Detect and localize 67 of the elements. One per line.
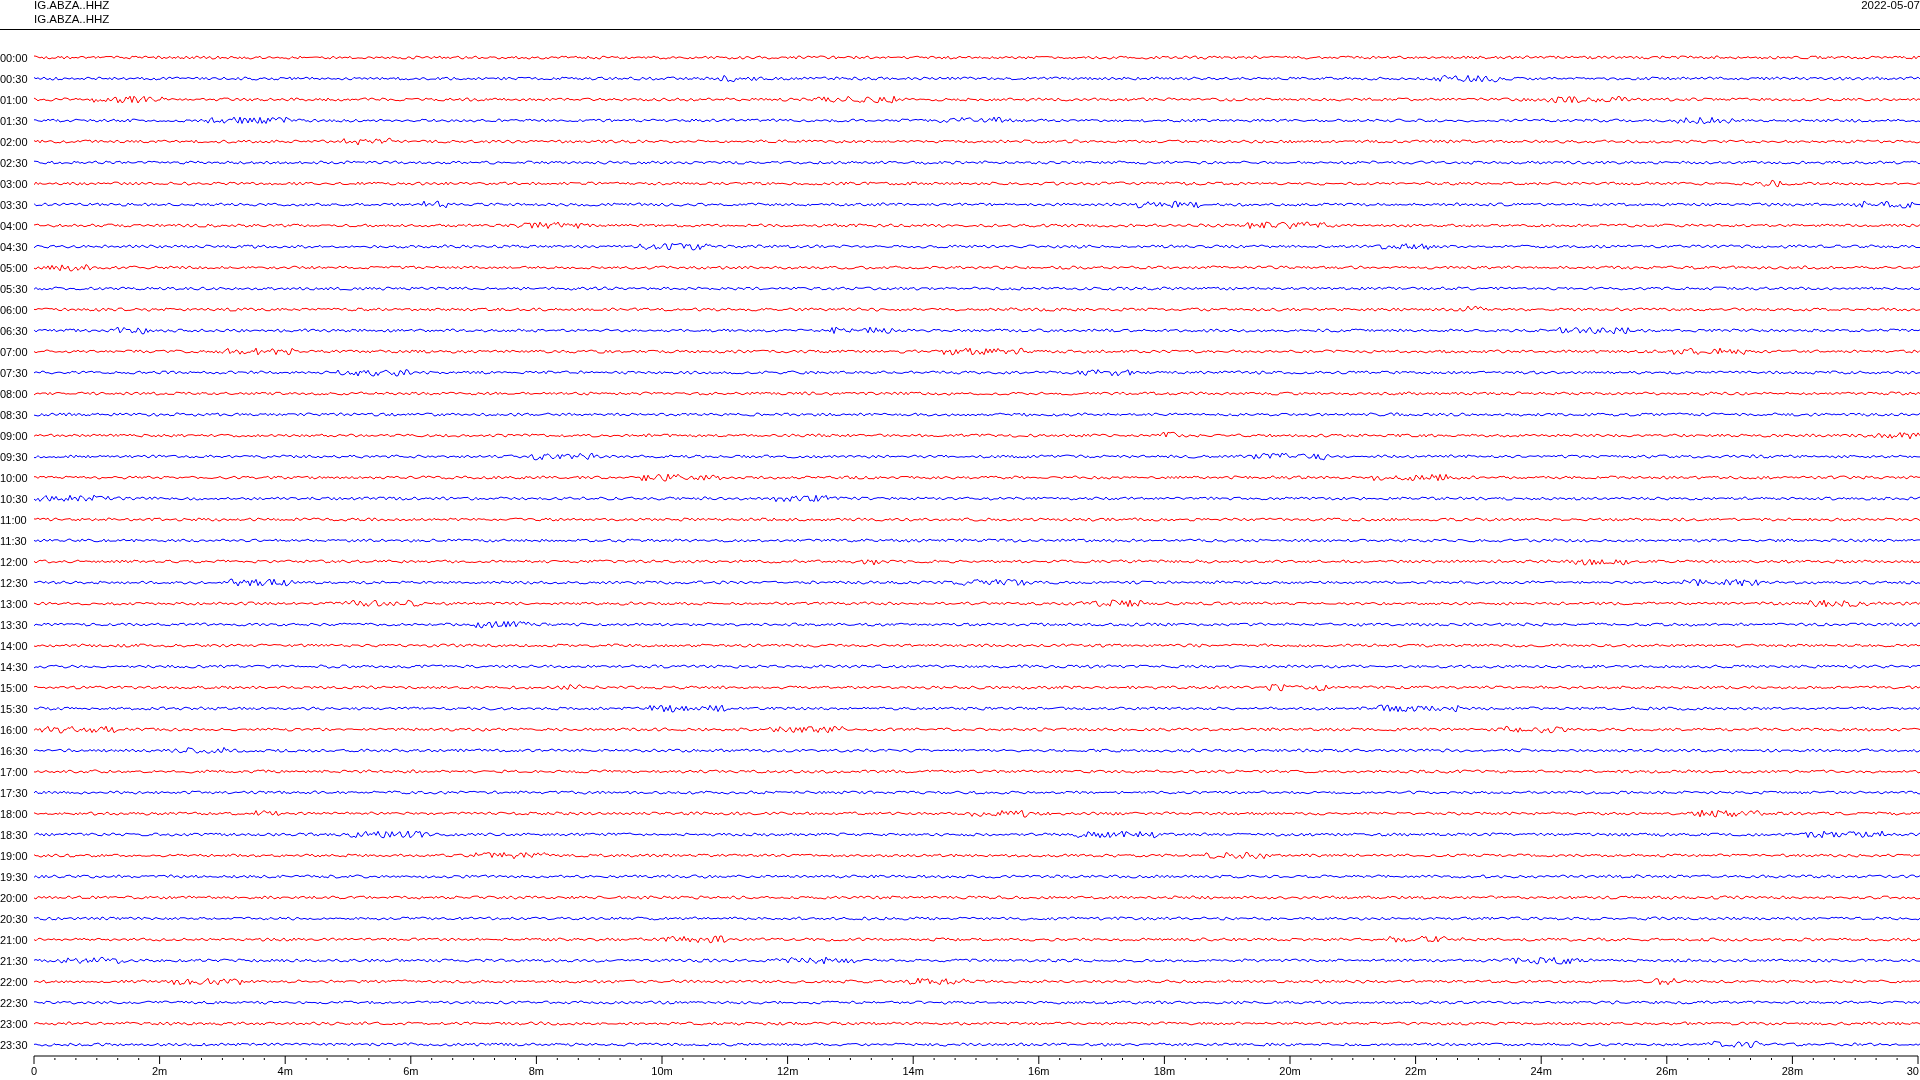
time-label: 03:30 — [0, 198, 29, 211]
time-label: 15:30 — [0, 702, 29, 715]
time-label: 08:30 — [0, 408, 29, 421]
time-label: 13:00 — [0, 597, 29, 610]
time-label: 11:30 — [0, 534, 28, 547]
time-label: 23:00 — [0, 1017, 29, 1030]
axis-label: 28m — [1781, 1065, 1804, 1077]
time-label: 18:00 — [0, 807, 29, 820]
axis-label: 14m — [902, 1065, 924, 1077]
time-label: 02:00 — [0, 135, 29, 148]
time-label: 17:00 — [0, 765, 29, 778]
time-label: 17:30 — [0, 786, 29, 799]
axis-label: 10m — [651, 1065, 673, 1077]
time-label: 22:30 — [0, 996, 29, 1009]
time-label: 01:00 — [0, 93, 29, 106]
time-label: 13:30 — [0, 618, 29, 631]
time-label: 00:30 — [0, 72, 29, 85]
axis-label: 26m — [1656, 1065, 1678, 1077]
time-label: 03:00 — [0, 177, 29, 190]
time-label: 10:30 — [0, 492, 29, 505]
time-label: 05:00 — [0, 261, 29, 274]
time-label: 20:30 — [0, 912, 29, 925]
axis-label: 18m — [1153, 1065, 1176, 1077]
time-label: 06:00 — [0, 303, 29, 316]
time-label: 19:30 — [0, 870, 29, 883]
axis-label: 4m — [277, 1065, 293, 1077]
time-label: 18:30 — [0, 828, 29, 841]
time-label: 12:30 — [0, 576, 29, 589]
time-label: 15:00 — [0, 681, 29, 694]
time-label: 12:00 — [0, 555, 29, 568]
time-label: 21:30 — [0, 954, 29, 967]
time-label: 20:00 — [0, 891, 29, 904]
time-label: 06:30 — [0, 324, 29, 337]
time-label: 14:00 — [0, 639, 29, 652]
time-label: 01:30 — [0, 114, 29, 127]
time-label: 16:30 — [0, 744, 29, 757]
axis-label: 16m — [1028, 1065, 1050, 1077]
time-label: 19:00 — [0, 849, 29, 862]
date-label: 2022-05-07 — [1861, 0, 1920, 13]
axis-label: 12m — [776, 1065, 799, 1077]
axis-label: 6m — [403, 1065, 419, 1077]
time-label: 14:30 — [0, 660, 29, 673]
time-label: 21:00 — [0, 933, 29, 946]
station-label: IG.ABZA..HHZ — [34, 12, 110, 26]
time-label: 09:30 — [0, 450, 29, 463]
time-label: 23:30 — [0, 1038, 29, 1051]
time-label: 04:30 — [0, 240, 29, 253]
axis-label: 8m — [528, 1065, 545, 1077]
time-label: 08:00 — [0, 387, 29, 400]
axis-label: 30 — [1906, 1065, 1919, 1077]
axis-label: 2m — [151, 1065, 168, 1077]
time-label: 07:00 — [0, 345, 29, 358]
time-label: 09:00 — [0, 429, 29, 442]
axis-label: 20m — [1279, 1065, 1301, 1077]
time-label: 02:30 — [0, 156, 29, 169]
axis-label: 24m — [1530, 1065, 1552, 1077]
axis-label: 22m — [1404, 1065, 1427, 1077]
time-label: 11:00 — [0, 513, 28, 526]
time-label: 10:00 — [0, 471, 29, 484]
time-label: 07:30 — [0, 366, 29, 379]
station-label: IG.ABZA..HHZ — [34, 0, 110, 12]
time-label: 05:30 — [0, 282, 29, 295]
axis-label: 0 — [31, 1065, 38, 1077]
time-label: 22:00 — [0, 975, 29, 988]
time-label: 16:00 — [0, 723, 29, 736]
time-label: 00:00 — [0, 51, 29, 64]
time-label: 04:00 — [0, 219, 29, 232]
